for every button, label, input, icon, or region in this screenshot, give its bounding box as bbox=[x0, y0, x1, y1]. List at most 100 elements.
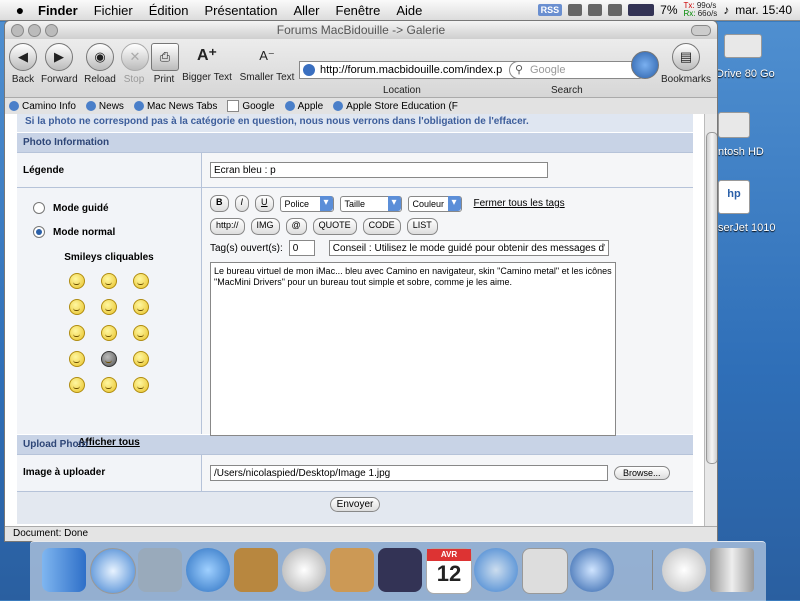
quicktime-icon[interactable] bbox=[474, 548, 518, 592]
smiley-grid bbox=[23, 273, 195, 393]
fermer-tags-link[interactable]: Fermer tous les tags bbox=[474, 198, 565, 209]
smiley-icon[interactable] bbox=[133, 351, 149, 367]
battery-percent[interactable]: 7% bbox=[660, 3, 677, 17]
smiley-icon[interactable] bbox=[69, 351, 85, 367]
ichat-icon[interactable] bbox=[186, 548, 230, 592]
tags-open-field[interactable] bbox=[288, 240, 315, 256]
smiley-icon[interactable] bbox=[101, 351, 117, 367]
itunes-icon[interactable] bbox=[282, 548, 326, 592]
smiley-icon[interactable] bbox=[133, 299, 149, 315]
bookmark-news[interactable]: News bbox=[85, 101, 124, 112]
rss-icon[interactable]: RSS bbox=[537, 4, 563, 16]
browse-button[interactable]: Browse... bbox=[614, 466, 670, 480]
mode-normal-radio[interactable]: Mode normal bbox=[33, 226, 195, 238]
bookmark-apple[interactable]: Apple bbox=[284, 101, 323, 112]
conseil-field[interactable] bbox=[328, 240, 609, 256]
apple-menu-icon[interactable]: ● bbox=[10, 2, 30, 18]
system-preferences-icon[interactable] bbox=[522, 548, 568, 594]
smiley-icon[interactable] bbox=[133, 377, 149, 393]
menu-aide[interactable]: Aide bbox=[396, 3, 422, 18]
zoom-icon[interactable] bbox=[45, 24, 58, 37]
drive-label[interactable]: Drive 80 Go bbox=[716, 68, 775, 80]
police-select[interactable]: Police bbox=[279, 195, 334, 212]
window-titlebar[interactable]: Forums MacBidouille -> Galerie bbox=[5, 21, 717, 39]
clock[interactable]: mar. 15:40 bbox=[735, 3, 792, 17]
legende-input[interactable] bbox=[210, 162, 548, 178]
trash-icon[interactable] bbox=[710, 548, 754, 592]
finder-icon[interactable] bbox=[42, 548, 86, 592]
toolbar-toggle-icon[interactable] bbox=[691, 25, 711, 36]
taille-select[interactable]: Taille bbox=[339, 195, 402, 212]
smiley-icon[interactable] bbox=[101, 325, 117, 341]
email-button[interactable]: @ bbox=[285, 218, 307, 235]
image-path-field[interactable] bbox=[210, 465, 608, 481]
stop-button[interactable]: ✕ Stop bbox=[121, 43, 149, 85]
url-field[interactable]: http://forum.macbidouille.com/index.p bbox=[299, 61, 521, 79]
menu-edition[interactable]: Édition bbox=[149, 3, 189, 18]
printer-label[interactable]: serJet 1010 bbox=[718, 222, 775, 234]
forward-button[interactable]: ▶ Forward bbox=[41, 43, 78, 85]
hard-disk-icon[interactable] bbox=[718, 112, 750, 138]
safari-icon[interactable] bbox=[90, 548, 136, 594]
smaller-text-icon: A⁻ bbox=[259, 48, 275, 63]
smiley-icon[interactable] bbox=[133, 273, 149, 289]
menu-finder[interactable]: Finder bbox=[38, 3, 78, 18]
mail-icon[interactable] bbox=[138, 548, 182, 592]
bookmark-mac-news-tabs[interactable]: Mac News Tabs bbox=[133, 101, 217, 112]
code-button[interactable]: CODE bbox=[362, 218, 401, 235]
search-field[interactable]: ⚲ Google bbox=[509, 61, 647, 79]
iphoto-icon[interactable] bbox=[330, 548, 374, 592]
bookmark-google[interactable]: Google bbox=[227, 100, 275, 112]
reload-button[interactable]: ◉ Reload bbox=[83, 43, 117, 85]
http-button[interactable]: http:// bbox=[210, 218, 245, 235]
network-rates[interactable]: Tx: 99o/s Rx: 66o/s bbox=[683, 2, 717, 18]
smiley-icon[interactable] bbox=[69, 377, 85, 393]
smiley-icon[interactable] bbox=[101, 377, 117, 393]
menu-fichier[interactable]: Fichier bbox=[94, 3, 133, 18]
drive-icon[interactable] bbox=[724, 34, 762, 58]
img-button[interactable]: IMG bbox=[250, 218, 280, 235]
envoyer-button[interactable]: Envoyer bbox=[329, 497, 381, 512]
camino-icon[interactable] bbox=[570, 548, 614, 592]
smiley-icon[interactable] bbox=[69, 273, 85, 289]
mode-guide-radio[interactable]: Mode guidé bbox=[33, 202, 195, 214]
smiley-icon[interactable] bbox=[101, 299, 117, 315]
bookmark-apple-store-education[interactable]: Apple Store Education (F bbox=[333, 101, 458, 112]
imovie-icon[interactable] bbox=[378, 548, 422, 592]
address-book-icon[interactable] bbox=[234, 548, 278, 592]
quote-button[interactable]: QUOTE bbox=[312, 218, 357, 235]
bold-button[interactable]: B bbox=[210, 195, 229, 212]
smiley-icon[interactable] bbox=[133, 325, 149, 341]
email-at-icon[interactable] bbox=[662, 548, 706, 592]
close-icon[interactable] bbox=[11, 24, 24, 37]
italic-button[interactable]: I bbox=[234, 195, 250, 212]
volume-icon[interactable]: ♪ bbox=[723, 3, 729, 17]
screen-icon[interactable] bbox=[608, 4, 623, 16]
list-button[interactable]: LIST bbox=[406, 218, 438, 235]
hd-label[interactable]: ntosh HD bbox=[718, 146, 764, 158]
disk-icon[interactable] bbox=[568, 4, 583, 16]
monitor-icon[interactable] bbox=[588, 4, 603, 16]
printer-icon[interactable]: hp bbox=[718, 180, 750, 214]
menu-fenetre[interactable]: Fenêtre bbox=[336, 3, 381, 18]
bookmarks-button[interactable]: ▤ Bookmarks bbox=[661, 43, 711, 85]
bookmark-camino-info[interactable]: Camino Info bbox=[9, 101, 76, 112]
message-textarea[interactable]: Le bureau virtuel de mon iMac... bleu av… bbox=[210, 262, 616, 436]
couleur-select[interactable]: Couleur bbox=[407, 195, 462, 212]
smiley-icon[interactable] bbox=[101, 273, 117, 289]
scroll-thumb[interactable] bbox=[706, 132, 717, 464]
bigger-text-button[interactable]: A⁺ Bigger Text bbox=[181, 43, 233, 83]
smaller-text-button[interactable]: A⁻ Smaller Text bbox=[239, 43, 295, 83]
smiley-icon[interactable] bbox=[69, 325, 85, 341]
print-button[interactable]: ⎙ Print bbox=[151, 43, 179, 85]
underline-button[interactable]: U bbox=[255, 195, 274, 212]
vertical-scrollbar[interactable] bbox=[704, 114, 717, 526]
back-button[interactable]: ◀ Back bbox=[9, 43, 37, 85]
minimize-icon[interactable] bbox=[28, 24, 41, 37]
menu-aller[interactable]: Aller bbox=[294, 3, 320, 18]
menu-presentation[interactable]: Présentation bbox=[205, 3, 278, 18]
ical-icon[interactable]: AVR 12 bbox=[426, 548, 472, 594]
activity-graph-icon[interactable] bbox=[628, 4, 655, 16]
globe-button[interactable] bbox=[631, 51, 659, 82]
smiley-icon[interactable] bbox=[69, 299, 85, 315]
